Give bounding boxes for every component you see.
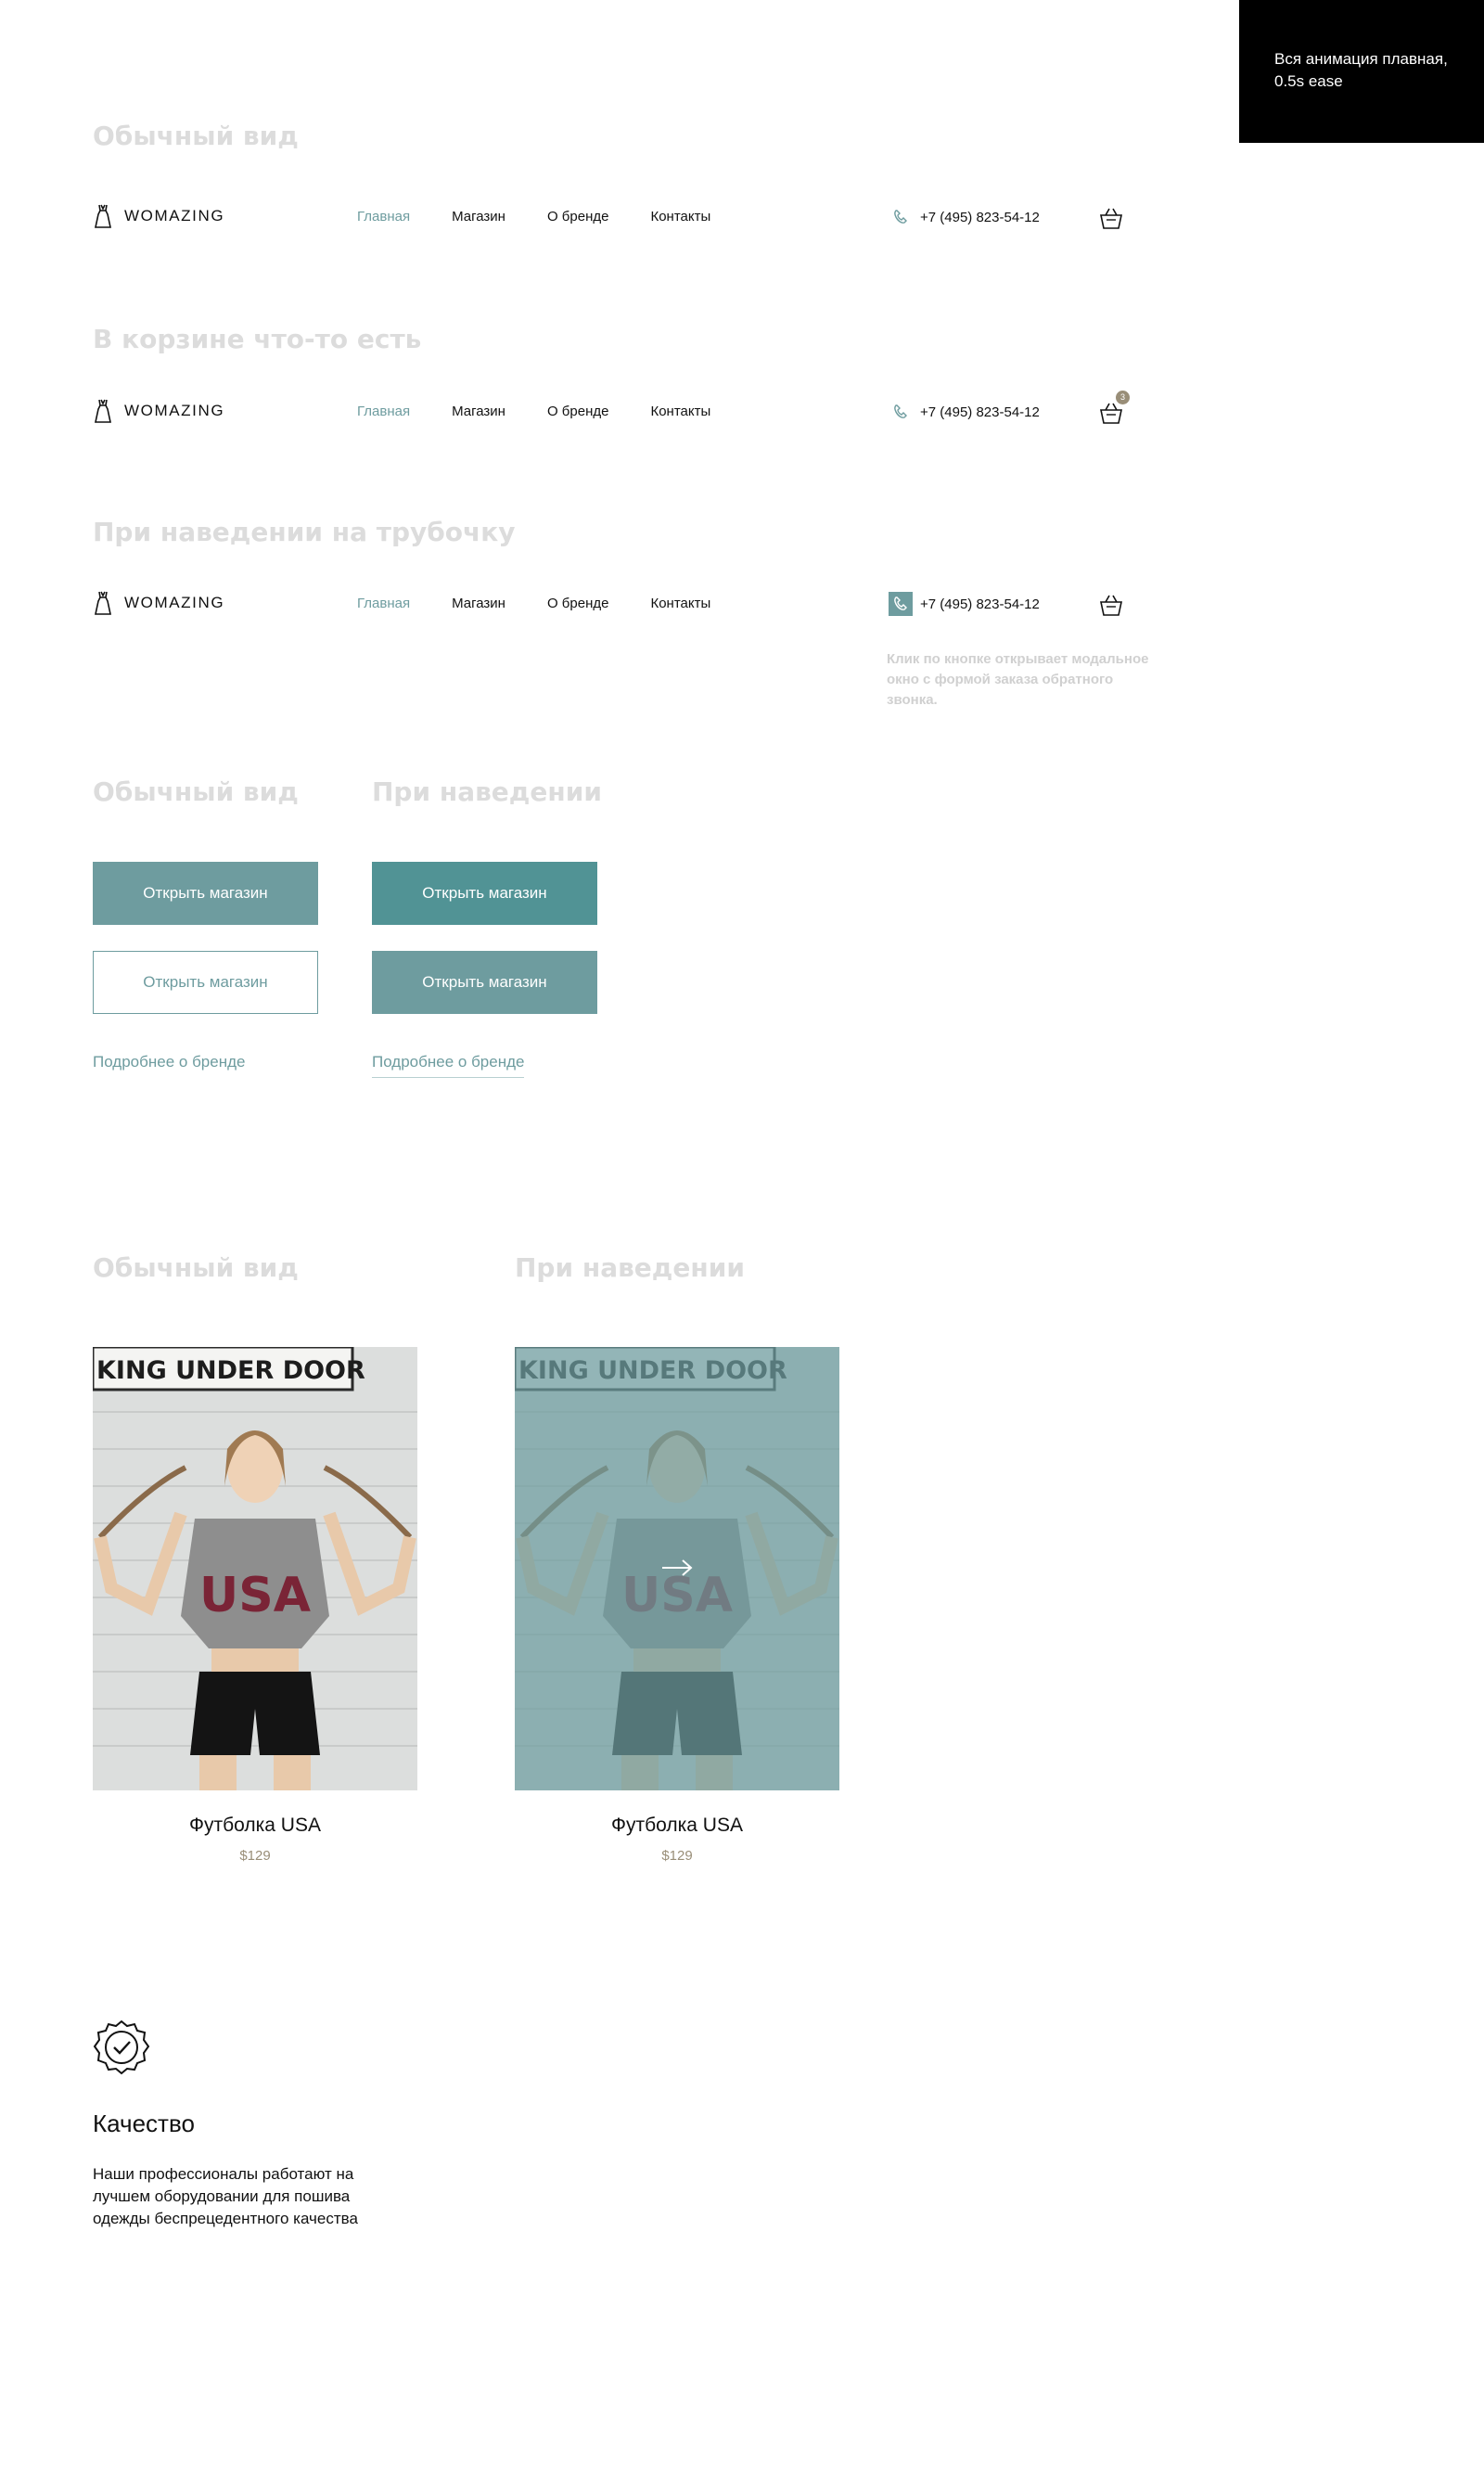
product-price: $129	[239, 1848, 271, 1864]
open-shop-button[interactable]: Открыть магазин	[93, 862, 318, 925]
arrow-right-icon[interactable]	[661, 1558, 693, 1577]
nav-item-home[interactable]: Главная	[357, 209, 410, 224]
dress-logo-icon	[95, 591, 111, 615]
logo[interactable]: WOMAZING	[93, 398, 224, 424]
main-nav: Главная Магазин О бренде Контакты	[357, 404, 752, 419]
nav-item-about[interactable]: О бренде	[547, 596, 609, 611]
nav-item-home[interactable]: Главная	[357, 596, 410, 611]
nav-item-shop[interactable]: Магазин	[452, 404, 505, 419]
product-photo: KING UNDER DOOR USA	[93, 1347, 417, 1790]
phone-icon[interactable]	[889, 205, 913, 229]
dress-logo-icon	[95, 204, 111, 228]
cart-button[interactable]	[1097, 592, 1125, 620]
section-title-buttons-normal: Обычный вид	[93, 776, 299, 807]
phone-number[interactable]: +7 (495) 823-54-12	[920, 210, 1040, 225]
header-phone-hover: WOMAZING Главная Магазин О бренде Контак…	[93, 586, 1150, 623]
section-title-header-cart: В корзине что-то есть	[93, 324, 422, 354]
dress-logo-icon	[95, 399, 111, 423]
animation-note-text: Вся анимация плавная, 0.5s ease	[1274, 50, 1448, 90]
nav-item-about[interactable]: О бренде	[547, 209, 609, 224]
main-nav: Главная Магазин О бренде Контакты	[357, 596, 752, 611]
logo-text: WOMAZING	[124, 207, 225, 224]
sign-text: KING UNDER DOOR	[96, 1356, 365, 1385]
about-brand-link-hover[interactable]: Подробнее о бренде	[372, 1053, 525, 1078]
animation-note: Вся анимация плавная, 0.5s ease	[1239, 0, 1484, 143]
logo[interactable]: WOMAZING	[93, 590, 224, 616]
nav-item-contacts[interactable]: Контакты	[650, 404, 710, 419]
logo-text: WOMAZING	[124, 594, 225, 611]
section-title-cards-normal: Обычный вид	[93, 1252, 299, 1283]
main-nav: Главная Магазин О бренде Контакты	[357, 209, 752, 224]
cart-icon	[1100, 595, 1122, 616]
section-title-header-hover-phone: При наведении на трубочку	[93, 517, 516, 547]
phone-link[interactable]: +7 (495) 823-54-12	[889, 400, 1040, 424]
shirt-text: USA	[199, 1568, 311, 1623]
open-shop-outline-button[interactable]: Открыть магазин	[93, 951, 318, 1014]
about-brand-link[interactable]: Подробнее о бренде	[93, 1053, 245, 1071]
cart-button[interactable]	[1097, 205, 1125, 233]
nav-item-contacts[interactable]: Контакты	[650, 596, 710, 611]
logo-text: WOMAZING	[124, 402, 225, 419]
nav-item-shop[interactable]: Магазин	[452, 596, 505, 611]
logo[interactable]: WOMAZING	[93, 203, 224, 229]
header-normal: WOMAZING Главная Магазин О бренде Контак…	[93, 199, 1150, 237]
cart-button[interactable]: 3	[1097, 391, 1130, 428]
product-price: $129	[661, 1848, 693, 1864]
nav-item-contacts[interactable]: Контакты	[650, 209, 710, 224]
section-title-header-normal: Обычный вид	[93, 121, 299, 151]
open-shop-button-hover[interactable]: Открыть магазин	[372, 862, 597, 925]
product-card-image[interactable]: KING UNDER DOOR USA	[93, 1347, 417, 1790]
open-shop-outline-button-hover[interactable]: Открыть магазин	[372, 951, 597, 1014]
phone-link[interactable]: +7 (495) 823-54-12	[889, 592, 1040, 616]
nav-item-home[interactable]: Главная	[357, 404, 410, 419]
product-name[interactable]: Футболка USA	[93, 1815, 417, 1837]
phone-hint-text: Клик по кнопке открывает модальное окно …	[887, 651, 1149, 708]
product-name[interactable]: Футболка USA	[515, 1815, 839, 1837]
nav-item-about[interactable]: О бренде	[547, 404, 609, 419]
cart-icon	[1100, 208, 1122, 229]
cart-count-badge: 3	[1116, 391, 1130, 404]
phone-icon[interactable]	[889, 592, 913, 616]
section-title-buttons-hover: При наведении	[372, 776, 602, 807]
product-card-image-hover[interactable]: KING UNDER DOOR USA	[515, 1347, 839, 1790]
phone-icon[interactable]	[889, 400, 913, 424]
phone-link[interactable]: +7 (495) 823-54-12	[889, 205, 1040, 229]
quality-title: Качество	[93, 2110, 195, 2137]
header-cart-filled: WOMAZING Главная Магазин О бренде Контак…	[93, 391, 1150, 431]
phone-number[interactable]: +7 (495) 823-54-12	[920, 596, 1040, 612]
phone-number[interactable]: +7 (495) 823-54-12	[920, 404, 1040, 420]
nav-item-shop[interactable]: Магазин	[452, 209, 505, 224]
quality-text: Наши профессионалы работают на лучшем об…	[93, 2165, 358, 2227]
section-title-cards-hover: При наведении	[515, 1252, 745, 1283]
quality-badge-icon	[93, 2020, 150, 2075]
